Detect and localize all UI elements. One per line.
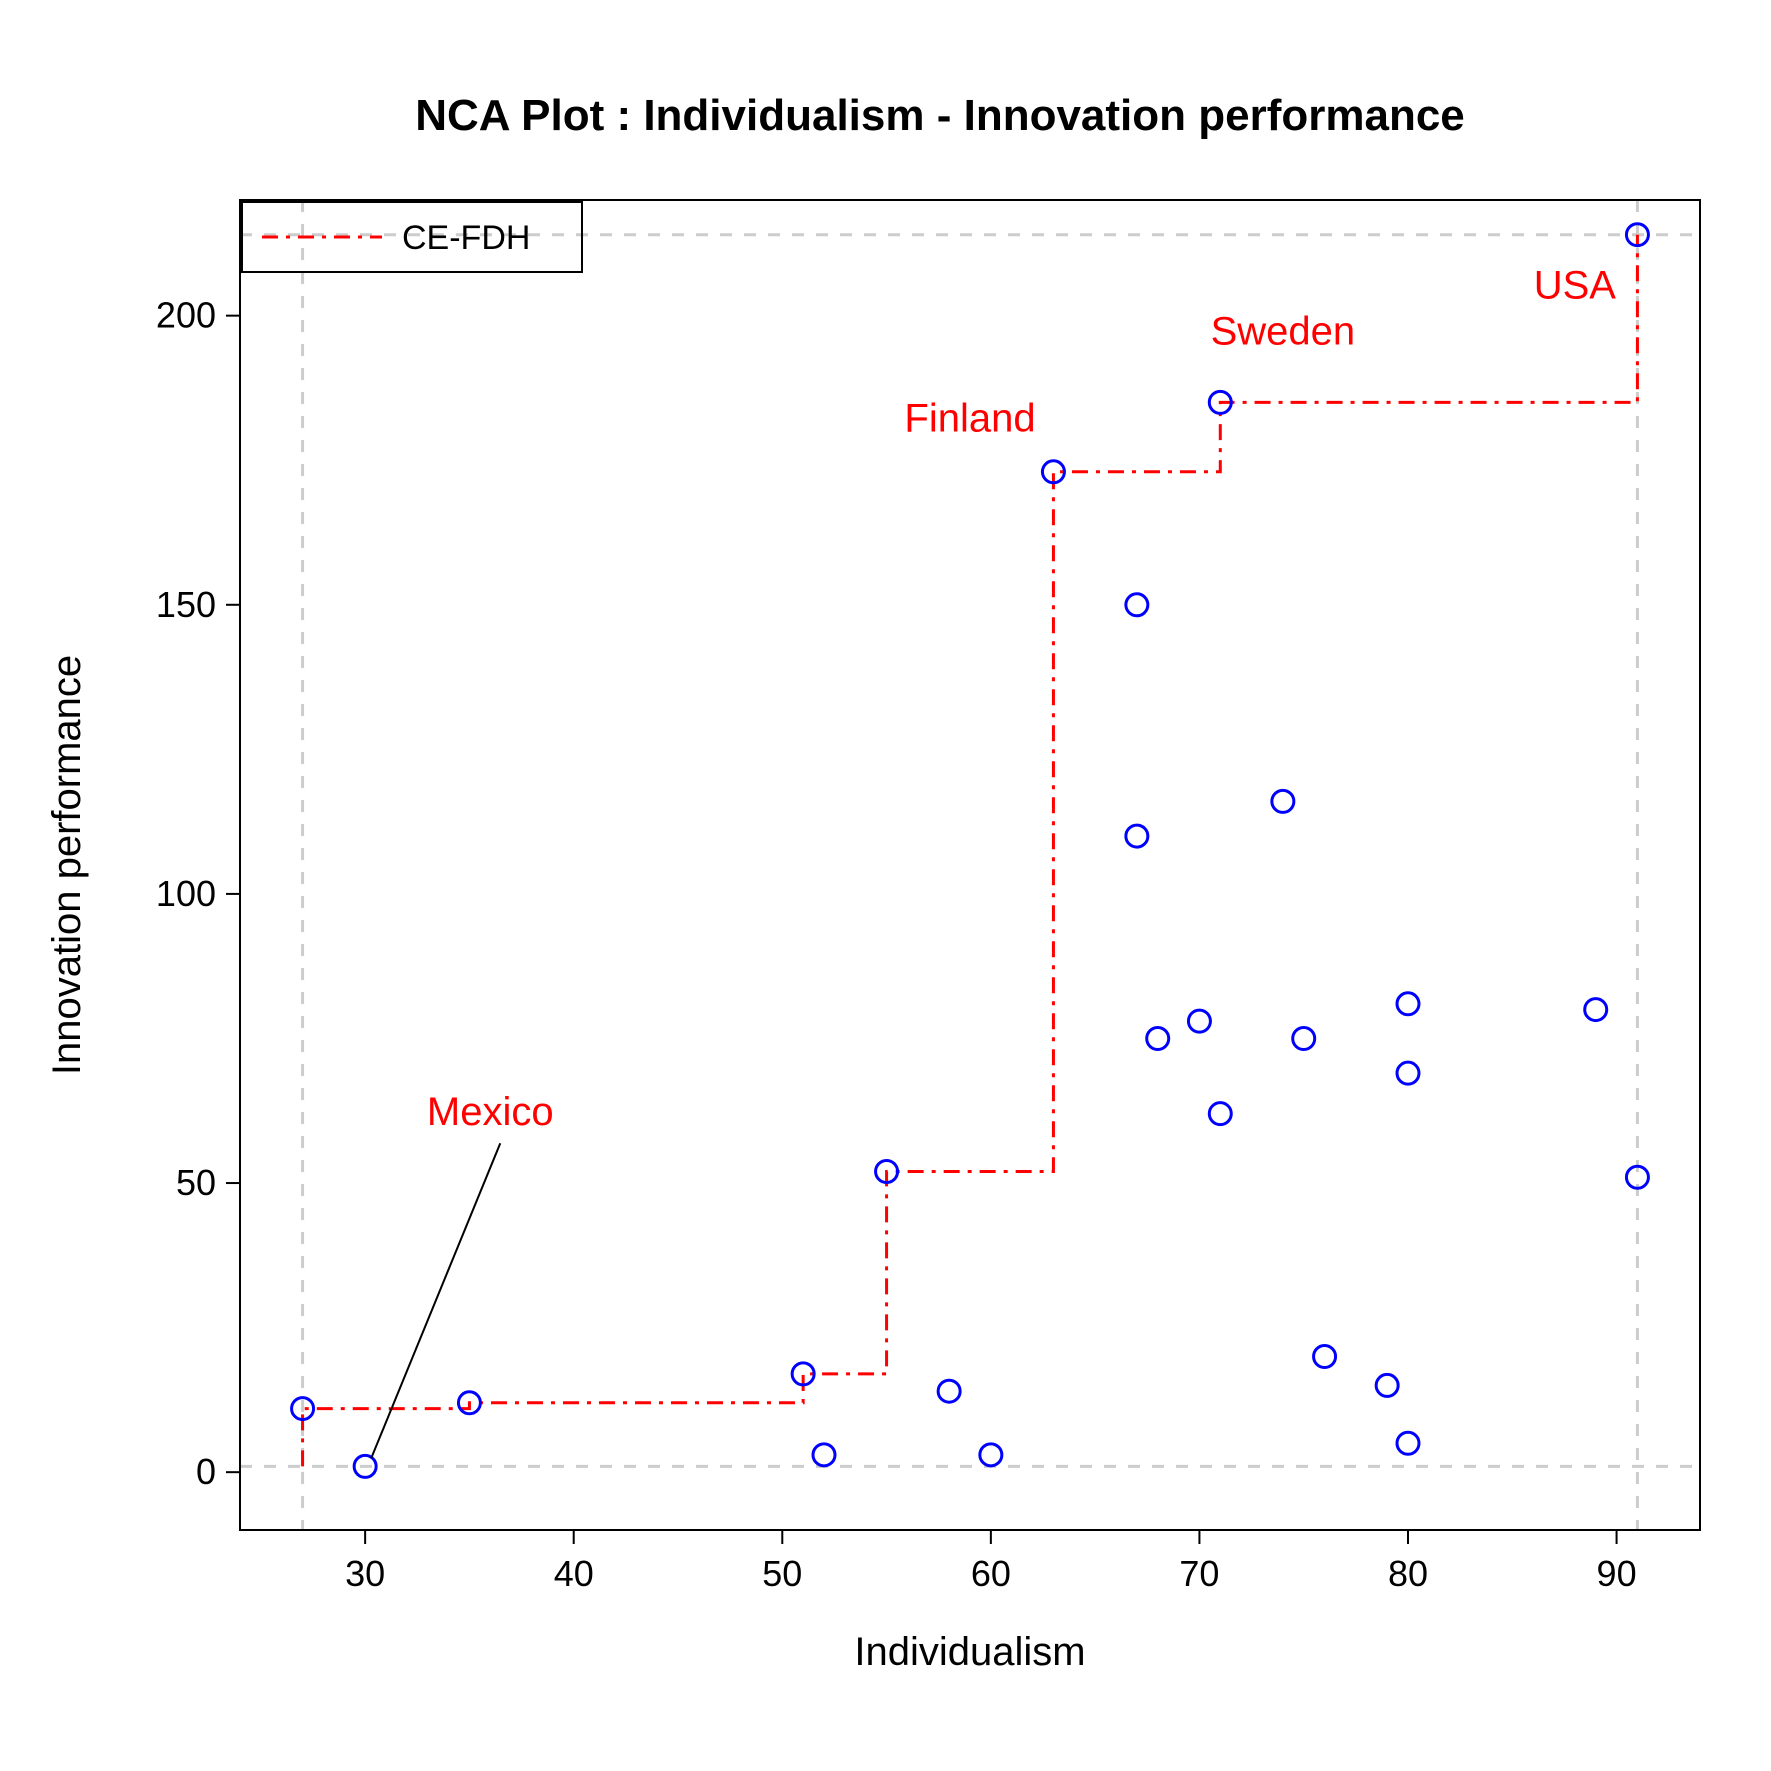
annotation-leader bbox=[371, 1143, 500, 1458]
y-axis-label: Innovation performance bbox=[45, 655, 89, 1075]
legend: CE-FDH bbox=[242, 202, 582, 272]
plot-area: Mexico Finland Sweden USA bbox=[240, 200, 1700, 1530]
data-point bbox=[1585, 999, 1607, 1021]
x-tick-label: 30 bbox=[345, 1553, 385, 1594]
x-axis-label: Individualism bbox=[854, 1630, 1085, 1674]
data-point bbox=[1126, 825, 1148, 847]
data-point bbox=[813, 1444, 835, 1466]
data-point bbox=[1209, 1103, 1231, 1125]
chart-title: NCA Plot : Individualism - Innovation pe… bbox=[415, 91, 1465, 140]
y-tick-label: 150 bbox=[156, 584, 216, 625]
nca-scatter-chart: NCA Plot : Individualism - Innovation pe… bbox=[0, 0, 1771, 1771]
x-tick-label: 60 bbox=[971, 1553, 1011, 1594]
data-point bbox=[1188, 1010, 1210, 1032]
annotation-label: USA bbox=[1534, 263, 1617, 307]
y-tick-label: 0 bbox=[196, 1451, 216, 1492]
svg-text:CE-FDH: CE-FDH bbox=[402, 219, 530, 257]
data-point bbox=[1272, 790, 1294, 812]
y-tick-label: 200 bbox=[156, 295, 216, 336]
x-tick-label: 70 bbox=[1179, 1553, 1219, 1594]
data-point bbox=[1397, 1062, 1419, 1084]
annotation-label: Finland bbox=[904, 396, 1035, 440]
annotation-label: Sweden bbox=[1211, 310, 1356, 354]
data-point bbox=[1314, 1346, 1336, 1368]
x-tick-label: 50 bbox=[762, 1553, 802, 1594]
y-tick-label: 50 bbox=[176, 1162, 216, 1203]
data-point bbox=[1397, 1432, 1419, 1454]
data-point bbox=[1376, 1374, 1398, 1396]
x-tick-label: 80 bbox=[1388, 1553, 1428, 1594]
data-point bbox=[1126, 594, 1148, 616]
y-axis: 0 50 100 150 200 bbox=[156, 200, 240, 1530]
annotation-label: Mexico bbox=[427, 1090, 554, 1134]
data-point bbox=[938, 1380, 960, 1402]
x-tick-label: 90 bbox=[1597, 1553, 1637, 1594]
x-tick-label: 40 bbox=[554, 1553, 594, 1594]
x-axis: 30 40 50 60 70 80 90 bbox=[240, 1530, 1700, 1594]
y-tick-label: 100 bbox=[156, 873, 216, 914]
data-point bbox=[1293, 1027, 1315, 1049]
data-point bbox=[980, 1444, 1002, 1466]
data-point bbox=[1397, 993, 1419, 1015]
data-point bbox=[1147, 1027, 1169, 1049]
